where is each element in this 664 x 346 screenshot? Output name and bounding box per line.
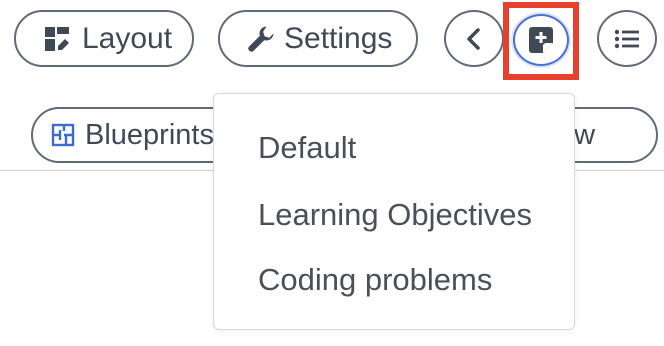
layout-button-label: Layout — [82, 21, 173, 55]
selection-highlight — [503, 2, 579, 80]
settings-button[interactable]: Settings — [218, 10, 418, 67]
tab-blueprints-label: Blueprints — [85, 118, 214, 151]
wrench-icon — [246, 24, 276, 54]
blueprint-icon — [51, 123, 75, 147]
list-icon — [614, 29, 640, 49]
layout-button[interactable]: Layout — [14, 10, 194, 67]
list-button[interactable] — [597, 10, 657, 67]
template-dropdown-menu: Default Learning Objectives Coding probl… — [213, 93, 575, 330]
menu-item-default[interactable]: Default — [258, 132, 356, 163]
chevron-left-icon — [464, 27, 484, 51]
settings-button-label: Settings — [284, 21, 393, 55]
back-button[interactable] — [444, 10, 504, 67]
menu-item-coding-problems[interactable]: Coding problems — [258, 264, 492, 295]
menu-item-learning-objectives[interactable]: Learning Objectives — [258, 199, 532, 230]
layout-grid-icon — [44, 26, 70, 52]
